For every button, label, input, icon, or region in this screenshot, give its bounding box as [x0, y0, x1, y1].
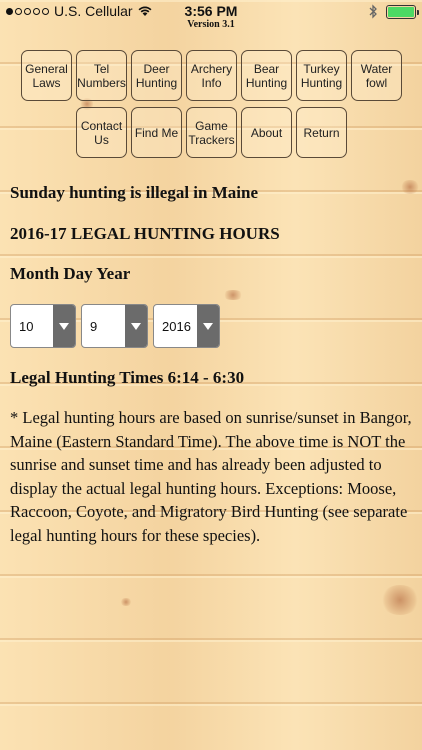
hours-heading: 2016-17 LEGAL HUNTING HOURS [10, 224, 280, 243]
wood-knot [380, 585, 420, 615]
archery-info-button[interactable]: Archery Info [186, 50, 237, 101]
find-me-button[interactable]: Find Me [131, 107, 182, 158]
wood-knot [120, 598, 132, 606]
general-laws-button[interactable]: General Laws [21, 50, 72, 101]
dropdown-arrow-icon [197, 305, 219, 347]
contact-us-button[interactable]: Contact Us [76, 107, 127, 158]
wood-knot [222, 290, 244, 300]
return-button[interactable]: Return [296, 107, 347, 158]
battery-icon [386, 4, 419, 19]
game-trackers-button[interactable]: Game Trackers [186, 107, 237, 158]
day-value: 9 [90, 318, 98, 334]
hunting-hours-note: * Legal hunting hours are based on sunri… [10, 408, 412, 545]
sunday-hunting-notice: Sunday hunting is illegal in Maine [10, 183, 258, 202]
clock-time: 3:56 PM [184, 3, 238, 19]
about-button[interactable]: About [241, 107, 292, 158]
date-label: Month Day Year [10, 264, 131, 283]
month-select[interactable]: 10 [10, 304, 76, 348]
deer-hunting-button[interactable]: Deer Hunting [131, 50, 182, 101]
turkey-hunting-button[interactable]: Turkey Hunting [296, 50, 347, 101]
waterfowl-button[interactable]: Water fowl [351, 50, 402, 101]
tel-numbers-button[interactable]: Tel Numbers [76, 50, 127, 101]
month-value: 10 [19, 318, 34, 334]
app-version: Version 3.1 [187, 19, 235, 30]
status-bar: U.S. Cellular 3:56 PM Version 3.1 [0, 0, 422, 30]
year-select[interactable]: 2016 [153, 304, 220, 348]
wood-knot [400, 180, 420, 194]
day-select[interactable]: 9 [81, 304, 148, 348]
bluetooth-icon [369, 4, 377, 19]
bear-hunting-button[interactable]: Bear Hunting [241, 50, 292, 101]
legal-hunting-times: Legal Hunting Times 6:14 - 6:30 [10, 368, 245, 387]
year-value: 2016 [162, 318, 191, 334]
dropdown-arrow-icon [53, 305, 75, 347]
battery-level [388, 6, 414, 17]
dropdown-arrow-icon [125, 305, 147, 347]
